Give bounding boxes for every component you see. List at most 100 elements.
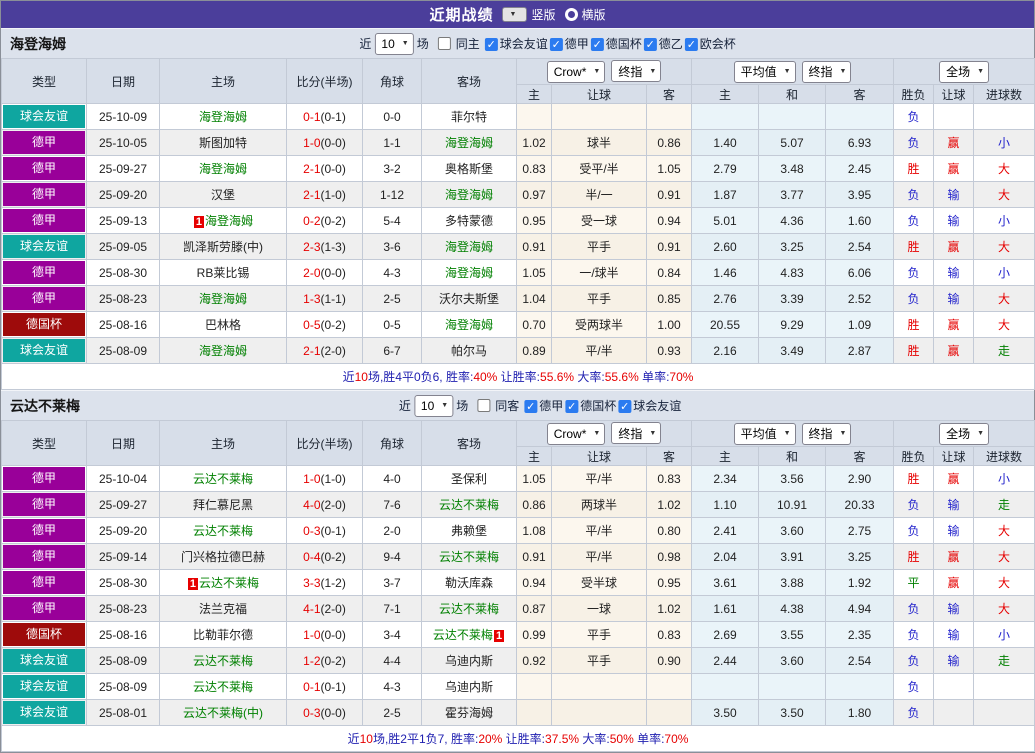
crow-away-odds-cell: 0.98 <box>645 543 693 570</box>
average-odds-select[interactable]: 平均值 <box>733 60 796 83</box>
odds-source-select-b[interactable]: Crow* <box>546 422 606 445</box>
league-checkbox-label: 德国杯 <box>580 399 617 413</box>
league-checkbox[interactable] <box>684 38 698 51</box>
final-odds-select-2[interactable]: 终指 <box>801 60 852 83</box>
avg-away-odds-cell: 6.93 <box>825 129 895 156</box>
corners-cell: 0-5 <box>362 311 422 338</box>
title-bar: 近期战绩 竖版 横版 <box>1 1 1034 28</box>
crow-away-odds-cell: 0.80 <box>645 517 693 544</box>
league-checkbox[interactable] <box>484 38 498 51</box>
match-type-cell: 德甲 <box>1 491 87 518</box>
away-team-cell: 乌迪内斯 <box>421 673 517 700</box>
wdl-result-cell: 胜 <box>893 543 935 570</box>
avg-select-group: 平均值终指 <box>691 420 895 447</box>
wdl-result-cell: 胜 <box>893 465 935 492</box>
league-checkbox[interactable] <box>590 38 604 51</box>
match-type-tag: 德甲 <box>3 545 85 568</box>
radio-selected-icon[interactable] <box>502 7 528 22</box>
col-corner: 角球 <box>362 420 422 466</box>
col-type: 类型 <box>1 420 87 466</box>
crow-home-odds-cell: 0.99 <box>516 621 552 648</box>
fulltime-select-b[interactable]: 全场 <box>939 422 990 445</box>
goals-result-cell: 大 <box>973 569 1035 596</box>
crow-home-odds-cell <box>516 103 552 130</box>
final-odds-select-2b[interactable]: 终指 <box>801 422 852 445</box>
average-odds-select-b[interactable]: 平均值 <box>733 422 796 445</box>
score-cell: 0-2(0-2) <box>286 207 363 234</box>
col-type: 类型 <box>1 58 87 104</box>
wdl-result-cell: 负 <box>893 103 935 130</box>
wdl-result-cell: 负 <box>893 181 935 208</box>
final-odds-select-b[interactable]: 终指 <box>611 422 662 445</box>
radio-unselected-icon[interactable] <box>564 8 578 21</box>
league-checkbox[interactable] <box>618 400 632 413</box>
avg-home-odds-cell <box>691 673 760 700</box>
avg-draw-odds-cell: 3.60 <box>758 517 827 544</box>
team-name-text: 云达不莱梅 <box>432 628 493 642</box>
handicap-result-cell <box>933 699 975 726</box>
goals-result-cell: 大 <box>973 543 1035 570</box>
team2-summary-row: 近10场,胜2平1负7, 胜率:20% 让胜率:37.5% 大率:50% 单率:… <box>0 725 1035 752</box>
crow-away-odds-cell: 0.83 <box>645 465 693 492</box>
match-type-tag: 球会友谊 <box>3 649 85 672</box>
col-crow-away: 客 <box>645 84 693 104</box>
match-type-cell: 德甲 <box>1 207 87 234</box>
score-cell: 1-3(1-1) <box>286 285 363 312</box>
corners-cell: 1-1 <box>362 129 422 156</box>
avg-home-odds-cell: 20.55 <box>691 311 760 338</box>
home-team-cell: 门兴格拉德巴赫 <box>159 543 287 570</box>
score-cell: 2-1(2-0) <box>286 337 363 364</box>
wdl-result-cell: 负 <box>893 207 935 234</box>
col-score: 比分(半场) <box>286 420 363 466</box>
team-name-text: 海登海姆 <box>444 136 493 150</box>
match-type-tag: 德甲 <box>3 597 85 620</box>
same-home-checkbox[interactable] <box>437 37 451 50</box>
col-avg-draw: 和 <box>758 446 827 466</box>
summary-text: 让胜率: <box>497 370 541 384</box>
match-row: 德甲 25-10-04 云达不莱梅 1-0(1-0) 4-0 圣保利 1.05 平/半 0.83… <box>1 465 1035 492</box>
away-team-cell: 海登海姆 <box>421 233 517 260</box>
avg-home-odds-cell: 2.60 <box>691 233 760 260</box>
league-checkbox[interactable] <box>565 400 579 413</box>
same-away-checkbox[interactable] <box>477 399 491 412</box>
match-type-tag: 德国杯 <box>3 313 85 336</box>
team1-summary: 近10场,胜4平0负6, 胜率:40% 让胜率:55.6% 大率:55.6% 单… <box>0 363 1035 390</box>
crow-home-odds-cell: 0.89 <box>516 337 552 364</box>
league-checkbox[interactable] <box>549 38 563 51</box>
match-type-cell: 德甲 <box>1 129 87 156</box>
match-count-select[interactable]: 10 <box>374 32 414 55</box>
avg-away-odds-cell: 4.94 <box>825 595 895 622</box>
match-type-tag: 德甲 <box>3 519 85 542</box>
layout-horizontal-option[interactable]: 横版 <box>564 6 606 23</box>
wdl-result-cell: 负 <box>893 517 935 544</box>
match-row: 德甲 25-09-13 1 海登海姆 0-2(0-2) 5-4 多特蒙德 0.95 受一球 0.9… <box>1 207 1035 234</box>
crow-handicap-cell: 受平/半 <box>551 155 647 182</box>
layout-vertical-label: 竖版 <box>531 8 556 22</box>
red-card-badge: 1 <box>187 578 199 590</box>
team-name-text: 云达不莱梅 <box>438 550 499 564</box>
league-checkbox[interactable] <box>643 38 657 51</box>
final-odds-select[interactable]: 终指 <box>611 60 662 83</box>
wdl-result-cell: 胜 <box>893 233 935 260</box>
home-team-cell: 法兰克福 <box>159 595 287 622</box>
crow-handicap-cell: 两球半 <box>551 491 647 518</box>
page-title: 近期战绩 <box>429 7 494 24</box>
fulltime-select[interactable]: 全场 <box>939 60 990 83</box>
match-type-cell: 德甲 <box>1 285 87 312</box>
avg-draw-odds-cell: 3.49 <box>758 337 827 364</box>
col-date: 日期 <box>86 58 160 104</box>
team-name-text: 海登海姆 <box>198 292 247 306</box>
team-name-text: 门兴格拉德巴赫 <box>180 550 265 564</box>
avg-home-odds-cell: 3.61 <box>691 569 760 596</box>
col-crow-home: 主 <box>516 84 552 104</box>
match-count-select-2[interactable]: 10 <box>413 394 454 417</box>
col-avg-draw: 和 <box>758 84 827 104</box>
match-row: 德甲 25-08-30 1 云达不莱梅 3-3(1-2) 3-7 勒沃库森 0.94 受半球 0.… <box>1 569 1035 596</box>
layout-vertical-option[interactable]: 竖版 <box>502 6 556 23</box>
league-checkbox[interactable] <box>524 400 538 413</box>
avg-home-odds-cell: 2.79 <box>691 155 760 182</box>
odds-source-select[interactable]: Crow* <box>546 60 606 83</box>
avg-home-odds-cell: 1.40 <box>691 129 760 156</box>
league-checkbox-label: 德乙 <box>658 37 683 51</box>
team-name-text: 奥格斯堡 <box>444 162 493 176</box>
